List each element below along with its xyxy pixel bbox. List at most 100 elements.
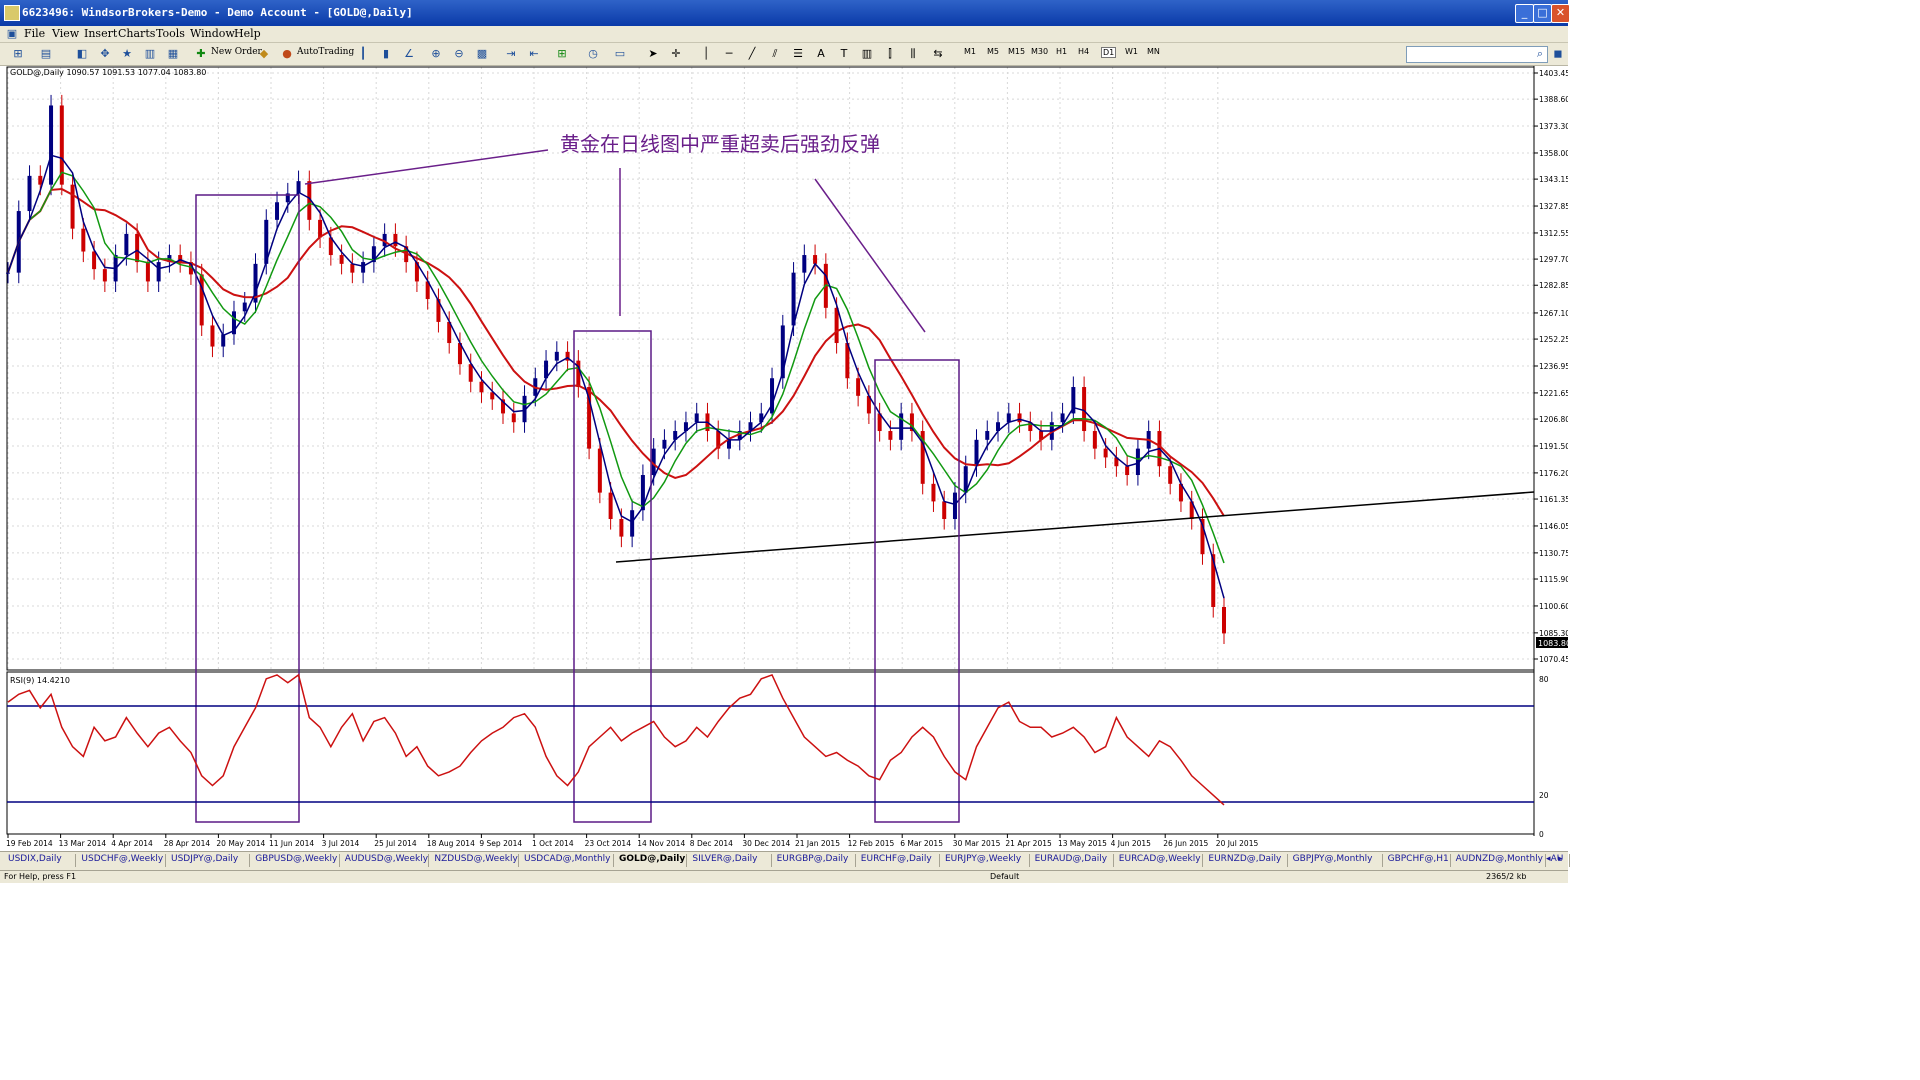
chart-tab[interactable]: USDCHF@,Weekly [81, 854, 163, 864]
support-trendline[interactable] [615, 491, 1535, 563]
chart-tab[interactable]: NZDUSD@,Weekly [434, 854, 517, 864]
timeframe-m5[interactable]: M5 [987, 47, 999, 56]
data-window-icon[interactable]: ✥ [97, 46, 113, 61]
timeframe-d1[interactable]: D1 [1101, 47, 1117, 58]
menu-file[interactable]: File [24, 27, 45, 40]
new-order-icon[interactable]: ✚ [193, 46, 209, 61]
menu-window[interactable]: Window [190, 27, 235, 40]
chart-info: GOLD@,Daily 1090.57 1091.53 1077.04 1083… [10, 68, 206, 77]
autotrading-icon[interactable]: ● [279, 46, 295, 61]
indicators-icon[interactable]: ⊞ [554, 46, 570, 61]
menu-tools[interactable]: Tools [156, 27, 185, 40]
chart-annotation: 黄金在日线图中严重超卖后强劲反弹 [560, 132, 880, 156]
menu-help[interactable]: Help [234, 27, 261, 40]
chart-tab[interactable]: EURAUD@,Daily [1035, 854, 1107, 864]
bar-chart-icon[interactable]: ┃ [355, 46, 371, 61]
fibo-time-icon[interactable]: ⫼ [905, 46, 921, 61]
timeframe-h1[interactable]: H1 [1056, 47, 1067, 56]
chart-shift-icon[interactable]: ⇤ [526, 46, 542, 61]
arrows-icon[interactable]: ⇆ [930, 46, 946, 61]
periods-icon[interactable]: ◷ [585, 46, 601, 61]
tile-windows-icon[interactable]: ▩ [474, 46, 490, 61]
chart-tab[interactable]: EURJPY@,Weekly [945, 854, 1021, 864]
metaeditor-icon[interactable]: ◆ [256, 46, 272, 61]
price-label: 1373.30 [1539, 122, 1568, 131]
chart-tab[interactable]: GOLD@,Daily [619, 854, 685, 864]
chart-tab[interactable]: EURGBP@,Daily [777, 854, 849, 864]
templates-icon[interactable]: ▭ [612, 46, 628, 61]
auto-scroll-icon[interactable]: ⇥ [503, 46, 519, 61]
chart-tab[interactable]: USDIX,Daily [8, 854, 62, 864]
chart-tab[interactable]: AUDUSD@,Weekly [345, 854, 428, 864]
market-watch-icon[interactable]: ◧ [74, 46, 90, 61]
horizontal-line-icon[interactable]: ─ [721, 46, 737, 61]
date-label: 30 Dec 2014 [742, 839, 790, 848]
date-label: 11 Jun 2014 [269, 839, 314, 848]
oversold-box-3[interactable] [874, 359, 960, 823]
zoom-in-icon[interactable]: ⊕ [428, 46, 444, 61]
tab-separator [518, 854, 519, 867]
strategy-tester-icon[interactable]: ▦ [165, 46, 181, 61]
line-chart-icon[interactable]: ∠ [401, 46, 417, 61]
text-icon[interactable]: A [813, 46, 829, 61]
candlestick-icon[interactable]: ▮ [378, 46, 394, 61]
fibo-fan-icon[interactable]: ⫿ [882, 46, 898, 61]
gann-icon[interactable]: ▥ [859, 46, 875, 61]
community-icon[interactable]: ◼ [1550, 46, 1566, 61]
tab-separator [165, 854, 166, 867]
chart-tab[interactable]: AUDNZD@,Monthly [1456, 854, 1543, 864]
chart-tab[interactable]: USDCAD@,Monthly [524, 854, 611, 864]
timeframe-w1[interactable]: W1 [1125, 47, 1138, 56]
chart-tab[interactable]: USDJPY@,Daily [171, 854, 238, 864]
maximize-button[interactable]: □ [1533, 4, 1552, 23]
candle-body [1103, 448, 1108, 458]
tab-scroll-left-icon[interactable]: ◂ [1546, 854, 1551, 864]
vertical-line-icon[interactable]: │ [698, 46, 714, 61]
crosshair-icon[interactable]: ✛ [668, 46, 684, 61]
chart-tab[interactable]: SILVER@,Daily [692, 854, 757, 864]
navigator-icon[interactable]: ★ [119, 46, 135, 61]
candle-body [802, 255, 807, 273]
date-label: 23 Oct 2014 [585, 839, 632, 848]
new-order-button[interactable]: New Order [211, 47, 262, 57]
price-chart[interactable]: GOLD@,Daily 1090.57 1091.53 1077.04 1083… [0, 66, 1571, 851]
channel-icon[interactable]: ⫽ [767, 46, 783, 61]
minimize-button[interactable]: _ [1515, 4, 1534, 23]
chart-tab[interactable]: GBPJPY@,Monthly [1293, 854, 1373, 864]
profiles-icon[interactable]: ▤ [38, 46, 54, 61]
chart-tab[interactable]: EURNZD@,Daily [1208, 854, 1281, 864]
new-chart-icon[interactable]: ⊞ [10, 46, 26, 61]
price-label: 1191.50 [1539, 442, 1568, 451]
zoom-out-icon[interactable]: ⊖ [451, 46, 467, 61]
menu-insert[interactable]: Insert [84, 27, 117, 40]
chart-tab[interactable]: EURCAD@,Weekly [1119, 854, 1201, 864]
cursor-icon[interactable]: ➤ [645, 46, 661, 61]
chart-tab[interactable]: GBPCHF@,H1 [1388, 854, 1449, 864]
chart-tab[interactable]: EURCHF@,Daily [861, 854, 932, 864]
candle-body [856, 378, 861, 396]
date-label: 4 Jun 2015 [1111, 839, 1152, 848]
autotrading-button[interactable]: AutoTrading [297, 47, 354, 57]
terminal-icon[interactable]: ▥ [142, 46, 158, 61]
candle-body [275, 202, 280, 220]
close-button[interactable]: ✕ [1551, 4, 1570, 23]
fibonacci-icon[interactable]: ☰ [790, 46, 806, 61]
chart-window-icon[interactable]: ▣ [4, 26, 20, 41]
chart-tab[interactable]: GBPUSD@,Weekly [255, 854, 337, 864]
oversold-box-1[interactable] [195, 194, 300, 823]
chart-window[interactable]: GOLD@,Daily 1090.57 1091.53 1077.04 1083… [0, 66, 1571, 851]
trendline-icon[interactable]: ╱ [744, 46, 760, 61]
menu-view[interactable]: View [52, 27, 79, 40]
price-label: 1312.55 [1539, 229, 1568, 238]
text-label-icon[interactable]: T [836, 46, 852, 61]
timeframe-m1[interactable]: M1 [964, 47, 976, 56]
menu-charts[interactable]: Charts [118, 27, 155, 40]
search-icon[interactable]: ⌕ [1532, 46, 1548, 61]
timeframe-m30[interactable]: M30 [1031, 47, 1048, 56]
search-input[interactable] [1406, 46, 1548, 63]
timeframe-m15[interactable]: M15 [1008, 47, 1025, 56]
tab-scroll-right-icon[interactable]: ▸ [1558, 854, 1563, 864]
timeframe-mn[interactable]: MN [1147, 47, 1160, 56]
timeframe-h4[interactable]: H4 [1078, 47, 1089, 56]
oversold-box-2[interactable] [573, 330, 652, 823]
